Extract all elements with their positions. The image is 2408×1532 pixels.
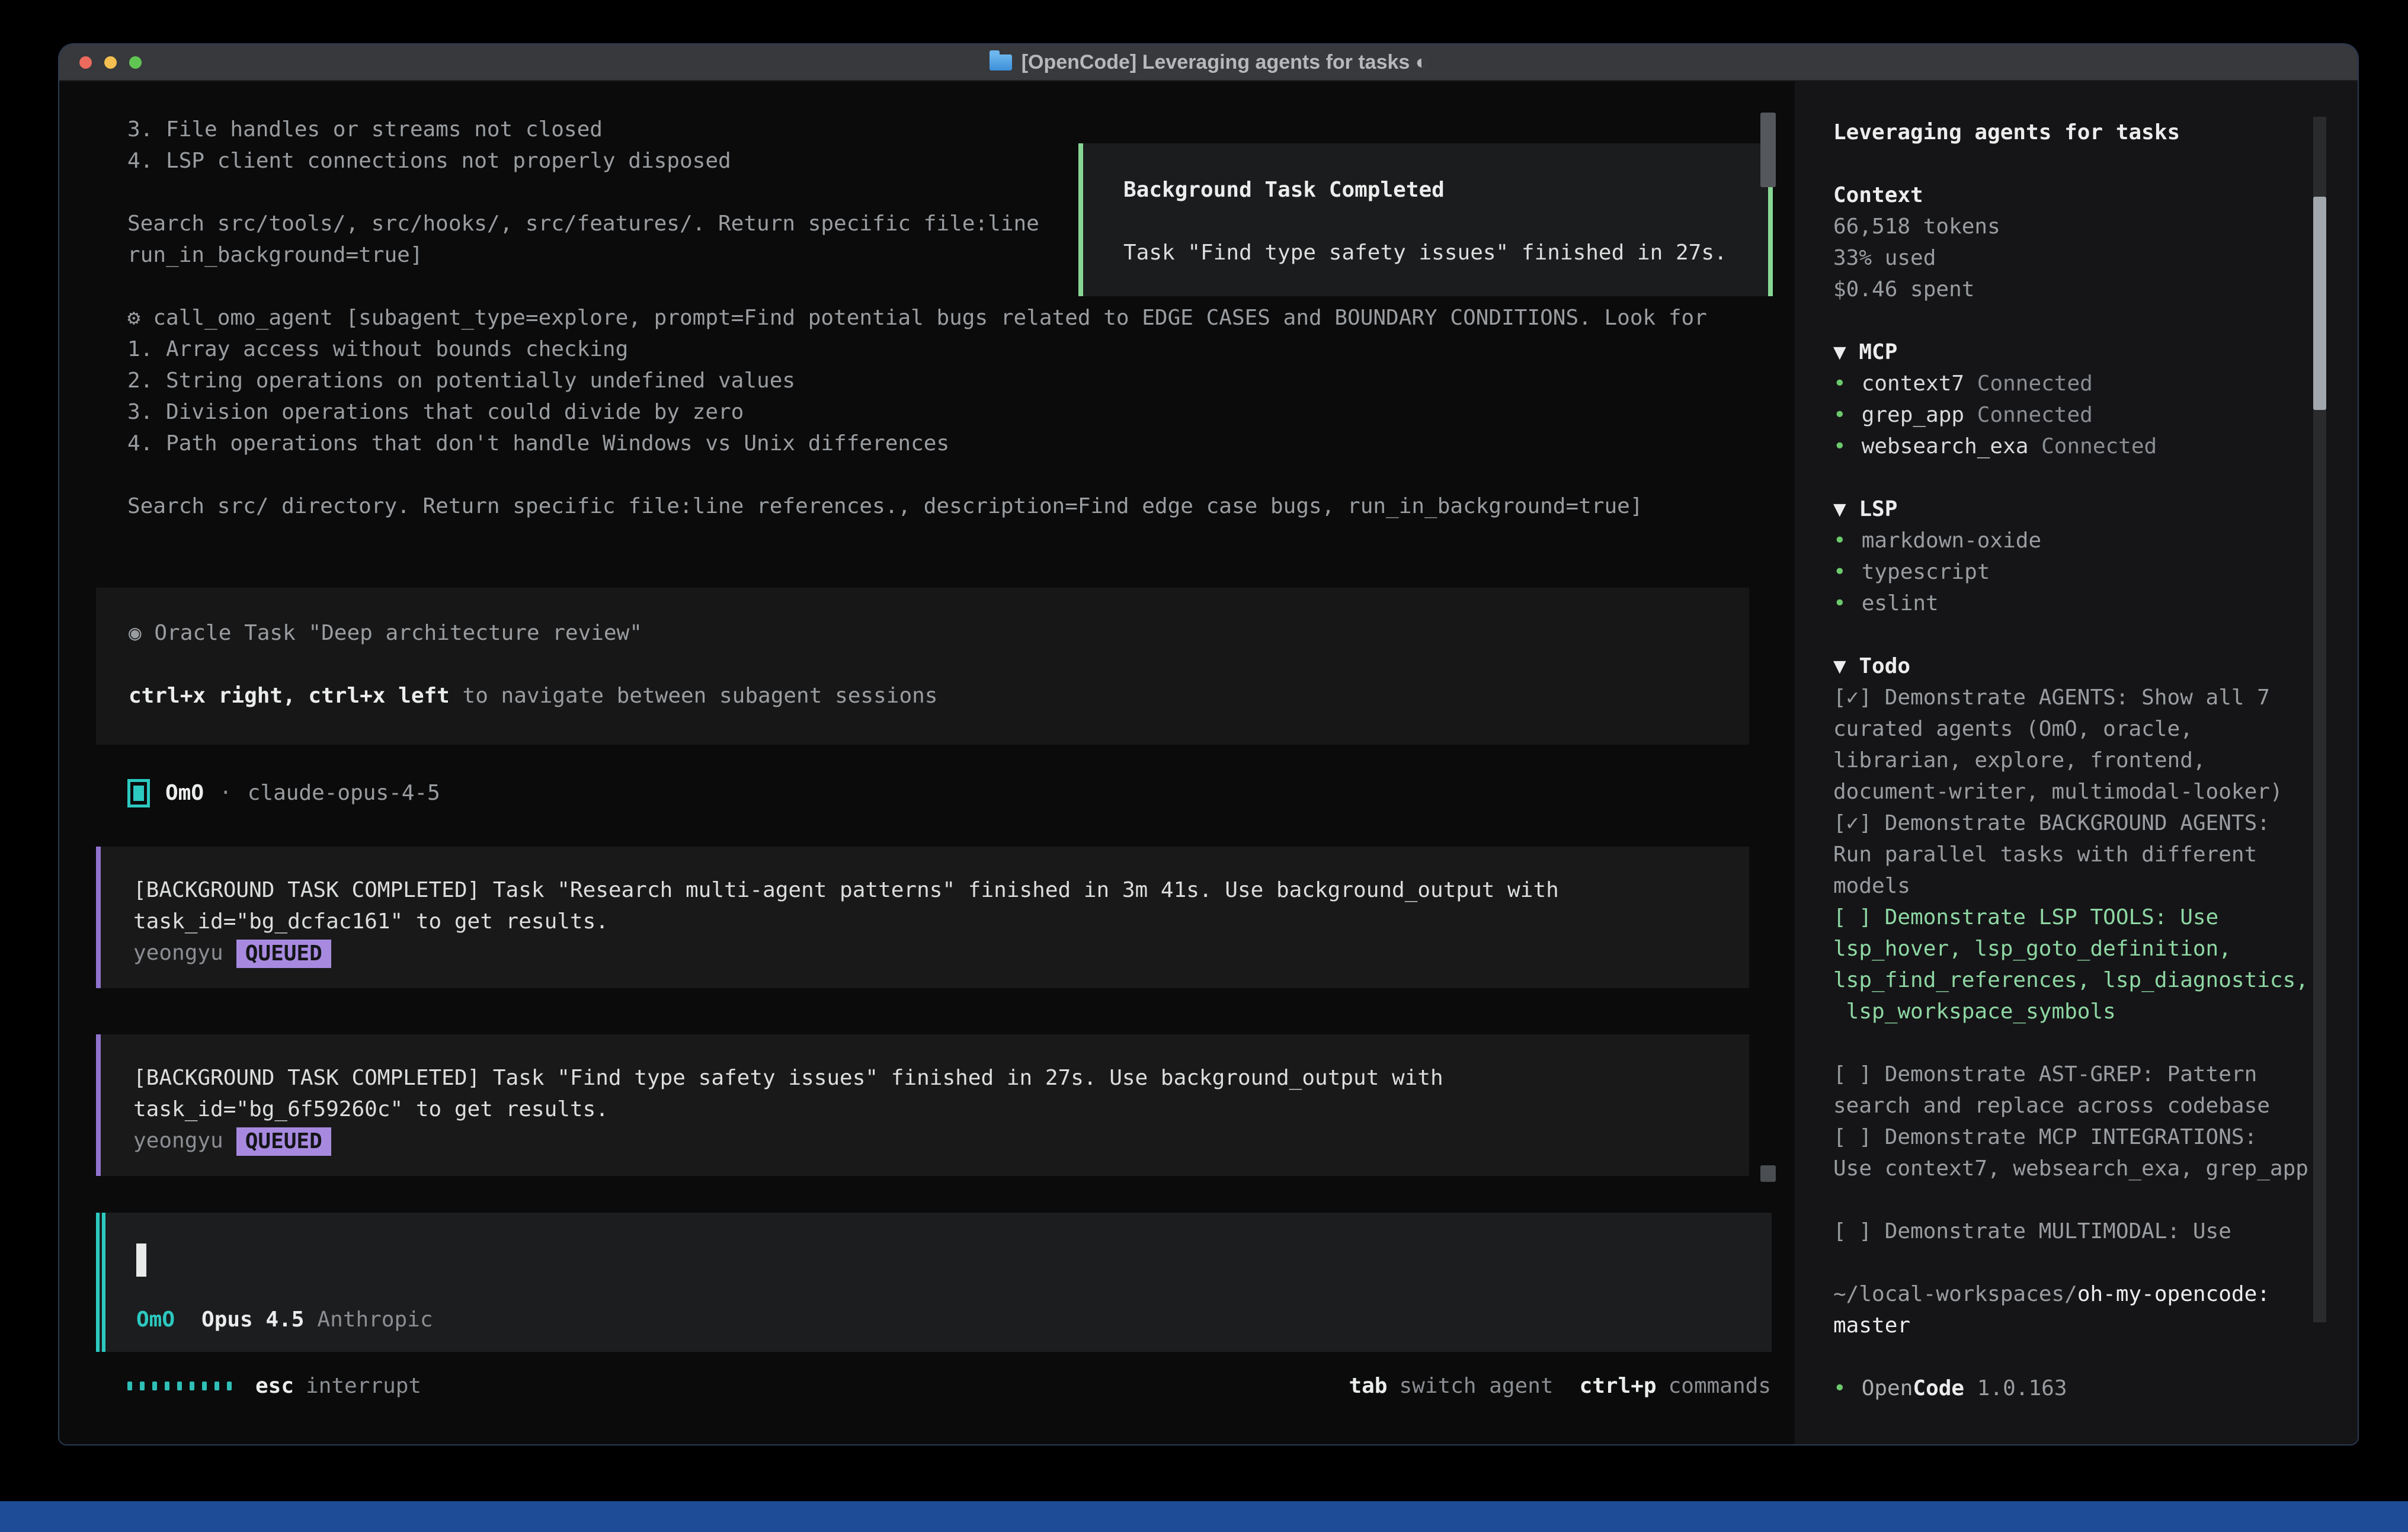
hint-keys: ctrl+x right, ctrl+x left	[129, 684, 450, 708]
lsp-item: •typescript	[1833, 556, 2358, 588]
context-heading: Context	[1833, 180, 2358, 211]
status-dot-icon: •	[1833, 591, 1846, 616]
todo-item-line: lsp_hover, lsp_goto_definition,	[1833, 933, 2358, 964]
queued-badge: QUEUED	[236, 1127, 331, 1156]
opencode-terminal-window: [OpenCode] Leveraging agents for tasks ◐…	[58, 43, 2359, 1446]
todo-section-header[interactable]: ▼ Todo	[1833, 650, 2358, 682]
message-line: [BACKGROUND TASK COMPLETED] Task "Find t…	[133, 1062, 1749, 1094]
mcp-item: •websearch_exa Connected	[1833, 431, 2358, 462]
message-author: yeongyu	[133, 941, 223, 965]
lsp-item: •eslint	[1833, 588, 2358, 619]
lsp-section-header[interactable]: ▼ LSP	[1833, 493, 2358, 525]
agent-model: claude-opus-4-5	[248, 777, 440, 809]
agent-separator: ·	[219, 777, 232, 809]
status-dot-icon: •	[1833, 560, 1846, 584]
status-bar: escinterrupt tabswitch agent ctrl+pcomma…	[127, 1370, 1771, 1402]
model-selector-row[interactable]: OmO Opus 4.5 Anthropic	[136, 1304, 433, 1335]
context-tokens: 66,518 tokens	[1833, 211, 2358, 242]
todo-item-line: curated agents (OmO, oracle,	[1833, 713, 2358, 745]
message-line: task_id="bg_dcfac161" to get results.	[133, 906, 1749, 937]
workspace-path: ~/local-workspaces/oh-my-opencode:	[1833, 1278, 2358, 1310]
main-scrollbar-thumb[interactable]	[1760, 113, 1776, 187]
background-task-toast[interactable]: Background Task Completed Task "Find typ…	[1078, 143, 1773, 296]
subagent-nav-hint: ctrl+x right, ctrl+x left to navigate be…	[129, 680, 1749, 711]
mcp-item: •grep_app Connected	[1833, 399, 2358, 431]
mcp-item: •context7 Connected	[1833, 368, 2358, 399]
message-meta: yeongyu QUEUED	[133, 937, 1749, 969]
window-titlebar[interactable]: [OpenCode] Leveraging agents for tasks ◐	[59, 44, 2358, 81]
agent-turn-header: OmO · claude-opus-4-5	[127, 777, 1795, 809]
activity-dots-icon	[127, 1382, 232, 1390]
todo-item-line: lsp_find_references, lsp_diagnostics,	[1833, 964, 2358, 996]
sidebar-scrollbar-thumb[interactable]	[2313, 197, 2326, 410]
todo-item-line: [ ] Demonstrate AST-GREP: Pattern	[1833, 1059, 2358, 1090]
todo-item-line: [✓] Demonstrate AGENTS: Show all 7	[1833, 682, 2358, 713]
session-title: Leveraging agents for tasks	[1833, 117, 2358, 148]
lsp-item: •markdown-oxide	[1833, 525, 2358, 556]
context-used: 33% used	[1833, 242, 2358, 274]
todo-list: [✓] Demonstrate AGENTS: Show all 7curate…	[1833, 682, 2358, 1247]
message-line: task_id="bg_6f59260c" to get results.	[133, 1094, 1749, 1125]
folder-icon	[990, 55, 1012, 70]
input-model-name: Opus 4.5	[201, 1307, 304, 1332]
status-dot-icon: •	[1833, 434, 1846, 459]
desktop-taskbar	[0, 1501, 2408, 1532]
message-meta: yeongyu QUEUED	[133, 1125, 1749, 1156]
session-sidebar: Leveraging agents for tasks Context 66,5…	[1795, 81, 2358, 1444]
todo-item-line: [ ] Demonstrate LSP TOOLS: Use	[1833, 902, 2358, 933]
todo-item-line: Use context7, websearch_exa, grep_app	[1833, 1153, 2358, 1184]
lsp-list: •markdown-oxide•typescript•eslint	[1833, 525, 2358, 619]
todo-item-line: [✓] Demonstrate BACKGROUND AGENTS:	[1833, 807, 2358, 839]
queued-badge: QUEUED	[236, 940, 331, 968]
window-title: [OpenCode] Leveraging agents for tasks ◐	[1022, 47, 1428, 78]
chat-main-area: 3. File handles or streams not closed4. …	[59, 81, 1795, 1444]
toast-title: Background Task Completed	[1123, 174, 1768, 206]
hint-rest: to navigate between subagent sessions	[450, 684, 938, 708]
message-line: [BACKGROUND TASK COMPLETED] Task "Resear…	[133, 874, 1749, 906]
input-agent-name: OmO	[136, 1307, 175, 1332]
todo-item-line: librarian, explore, frontend,	[1833, 745, 2358, 776]
status-dot-icon: •	[1833, 403, 1846, 427]
context-spent: $0.46 spent	[1833, 274, 2358, 305]
todo-item-line: search and replace across codebase	[1833, 1090, 2358, 1121]
esc-hint[interactable]: escinterrupt	[255, 1370, 421, 1402]
todo-item-line: lsp_workspace_symbols	[1833, 996, 2358, 1027]
window-title-wrap: [OpenCode] Leveraging agents for tasks ◐	[59, 44, 2358, 80]
input-provider-name: Anthropic	[317, 1307, 433, 1332]
tab-hint[interactable]: tabswitch agent	[1349, 1370, 1553, 1402]
background-task-message: [BACKGROUND TASK COMPLETED] Task "Find t…	[96, 1034, 1749, 1176]
message-author: yeongyu	[133, 1129, 223, 1153]
todo-item-line: [ ] Demonstrate MULTIMODAL: Use	[1833, 1216, 2358, 1247]
status-dot-icon: •	[1833, 528, 1846, 553]
agent-name: OmO	[165, 777, 204, 809]
toast-body: Task "Find type safety issues" finished …	[1123, 237, 1768, 268]
commands-hint[interactable]: ctrl+pcommands	[1580, 1370, 1771, 1402]
oracle-task-title: ◉ Oracle Task "Deep architecture review"	[129, 617, 1749, 649]
todo-item-line: [ ] Demonstrate MCP INTEGRATIONS:	[1833, 1121, 2358, 1153]
todo-item-line: Run parallel tasks with different	[1833, 839, 2358, 870]
omo-agent-icon	[127, 779, 150, 807]
sidebar-scrollbar-track[interactable]	[2313, 117, 2326, 1322]
main-scrollbar-thumb-lower[interactable]	[1760, 1165, 1776, 1182]
text-cursor	[136, 1243, 146, 1277]
workspace-branch: master	[1833, 1310, 2358, 1341]
mcp-section-header[interactable]: ▼ MCP	[1833, 336, 2358, 368]
todo-item-line: models	[1833, 870, 2358, 902]
app-version: •OpenCode 1.0.163	[1833, 1373, 2358, 1404]
background-task-message: [BACKGROUND TASK COMPLETED] Task "Resear…	[96, 847, 1749, 988]
todo-item-line: document-writer, multimodal-looker)	[1833, 776, 2358, 807]
oracle-task-panel[interactable]: ◉ Oracle Task "Deep architecture review"…	[96, 588, 1749, 745]
mcp-list: •context7 Connected•grep_app Connected•w…	[1833, 368, 2358, 462]
status-dot-icon: •	[1833, 1376, 1846, 1400]
prompt-input[interactable]: OmO Opus 4.5 Anthropic	[96, 1213, 1772, 1352]
status-dot-icon: •	[1833, 371, 1846, 396]
